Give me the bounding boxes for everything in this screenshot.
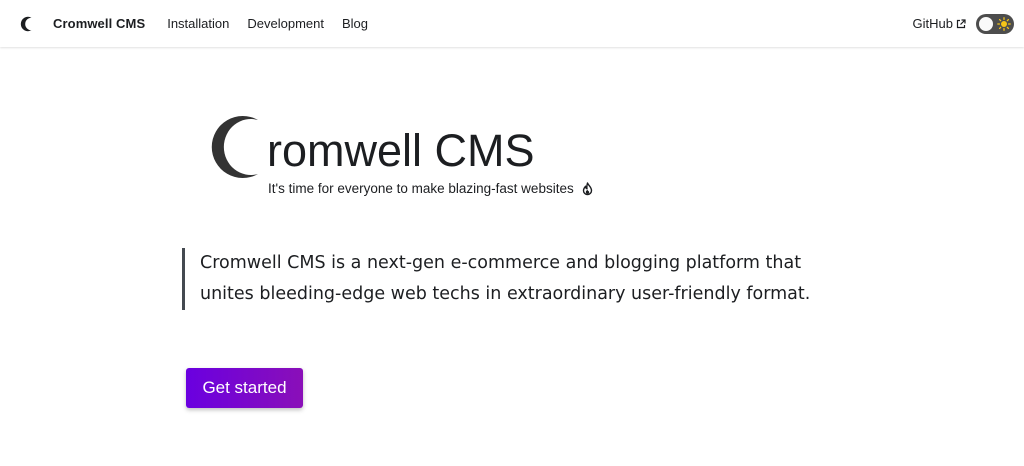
brand-title: Cromwell CMS xyxy=(53,16,146,31)
nav-link-installation[interactable]: Installation xyxy=(167,16,229,31)
nav-link-blog[interactable]: Blog xyxy=(342,16,368,31)
hero-description: Cromwell CMS is a next-gen e-commerce an… xyxy=(182,248,842,310)
theme-toggle[interactable] xyxy=(976,13,1014,34)
external-link-icon xyxy=(956,18,966,28)
crescent-logo-icon xyxy=(211,115,258,178)
description-line: Cromwell CMS is a next-gen e-commerce an… xyxy=(200,253,802,273)
brand-link[interactable]: Cromwell CMS xyxy=(18,0,145,47)
fire-icon xyxy=(582,182,592,196)
nav-links: Installation Development Blog xyxy=(167,16,386,31)
toggle-thumb xyxy=(978,15,994,32)
hero-subtitle-text: It's time for everyone to make blazing-f… xyxy=(268,181,574,196)
get-started-button[interactable]: Get started xyxy=(186,368,303,408)
nav-link-development[interactable]: Development xyxy=(247,16,324,31)
hero-title: romwell CMS xyxy=(267,125,535,176)
github-link[interactable]: GitHub xyxy=(913,16,966,31)
github-label: GitHub xyxy=(912,16,953,31)
description-line: unites bleeding-edge web techs in extrao… xyxy=(200,284,811,304)
sun-icon xyxy=(997,16,1011,31)
crescent-logo-icon xyxy=(20,16,32,31)
top-navbar: Cromwell CMS Installation Development Bl… xyxy=(0,0,1024,47)
nav-right: GitHub xyxy=(913,13,1014,34)
hero-subtitle: It's time for everyone to make blazing-f… xyxy=(268,180,594,198)
